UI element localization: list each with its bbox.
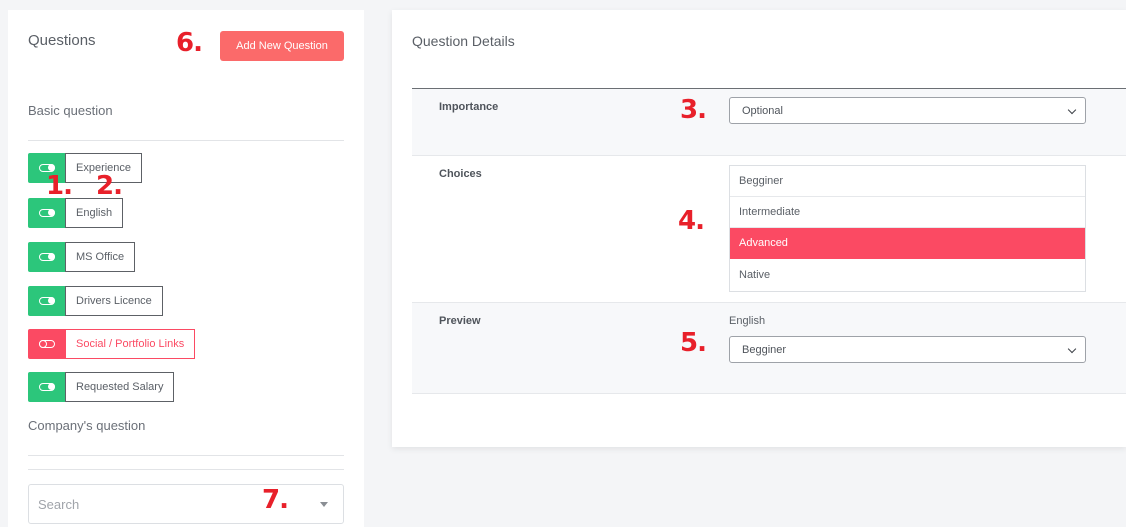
importance-select[interactable]: Optional (729, 97, 1086, 124)
preview-label: Preview (439, 315, 481, 327)
question-toggle-social-links: Social / Portfolio Links (28, 329, 196, 359)
annotation-6: 6. (176, 28, 203, 58)
caret-down-icon[interactable] (320, 502, 328, 507)
toggle-icon (38, 209, 55, 217)
preview-select[interactable]: Begginer (729, 336, 1086, 363)
chevron-down-icon (1067, 105, 1077, 115)
question-label-ms-office[interactable]: MS Office (65, 242, 136, 272)
question-toggle-requested-salary: Requested Salary (28, 372, 175, 402)
question-toggle-english: English (28, 198, 124, 228)
toggle-icon (38, 383, 55, 391)
toggle-switch-social-links[interactable] (28, 329, 65, 359)
question-toggle-drivers-licence: Drivers Licence (28, 286, 163, 316)
questions-title: Questions (28, 32, 96, 49)
divider (28, 140, 344, 141)
annotation-3: 3. (680, 95, 707, 125)
question-label-english[interactable]: English (65, 198, 124, 228)
divider (28, 455, 344, 456)
annotation-2: 2. (96, 171, 123, 201)
basic-question-heading: Basic question (28, 103, 113, 118)
questions-panel: Questions Add New Question Basic questio… (8, 10, 364, 527)
annotation-5: 5. (680, 328, 707, 358)
toggle-switch-ms-office[interactable] (28, 242, 65, 272)
choices-list: Begginer Intermediate Advanced Native (729, 165, 1086, 292)
add-new-question-button[interactable]: Add New Question (220, 31, 344, 61)
question-details-title: Question Details (412, 33, 515, 49)
importance-value: Optional (742, 104, 783, 117)
choice-item-intermediate[interactable]: Intermediate (730, 197, 1085, 228)
question-label-requested-salary[interactable]: Requested Salary (65, 372, 175, 402)
divider (412, 393, 1126, 394)
question-label-social-links[interactable]: Social / Portfolio Links (65, 329, 196, 359)
toggle-switch-drivers-licence[interactable] (28, 286, 65, 316)
question-toggle-ms-office: MS Office (28, 242, 136, 272)
divider (412, 155, 1126, 156)
toggle-icon (38, 339, 55, 348)
divider (28, 469, 344, 470)
toggle-switch-requested-salary[interactable] (28, 372, 65, 402)
chevron-down-icon (1067, 344, 1077, 354)
annotation-4: 4. (678, 206, 705, 236)
importance-label: Importance (439, 101, 499, 113)
toggle-icon (38, 253, 55, 261)
annotation-1: 1. (46, 171, 73, 201)
choice-item-begginer[interactable]: Begginer (730, 166, 1085, 197)
company-question-search[interactable] (28, 484, 344, 524)
question-details-panel: Question Details Importance Optional Cho… (392, 10, 1126, 447)
choice-item-native[interactable]: Native (730, 259, 1085, 290)
search-input[interactable] (38, 496, 298, 512)
question-label-drivers-licence[interactable]: Drivers Licence (65, 286, 163, 316)
choices-label: Choices (439, 168, 482, 180)
toggle-switch-english[interactable] (28, 198, 65, 228)
annotation-7: 7. (262, 485, 289, 515)
company-question-heading: Company's question (28, 418, 146, 433)
toggle-icon (38, 297, 55, 305)
preview-value: Begginer (742, 343, 787, 356)
preview-question-label: English (729, 315, 766, 327)
choice-item-advanced[interactable]: Advanced (730, 228, 1085, 259)
